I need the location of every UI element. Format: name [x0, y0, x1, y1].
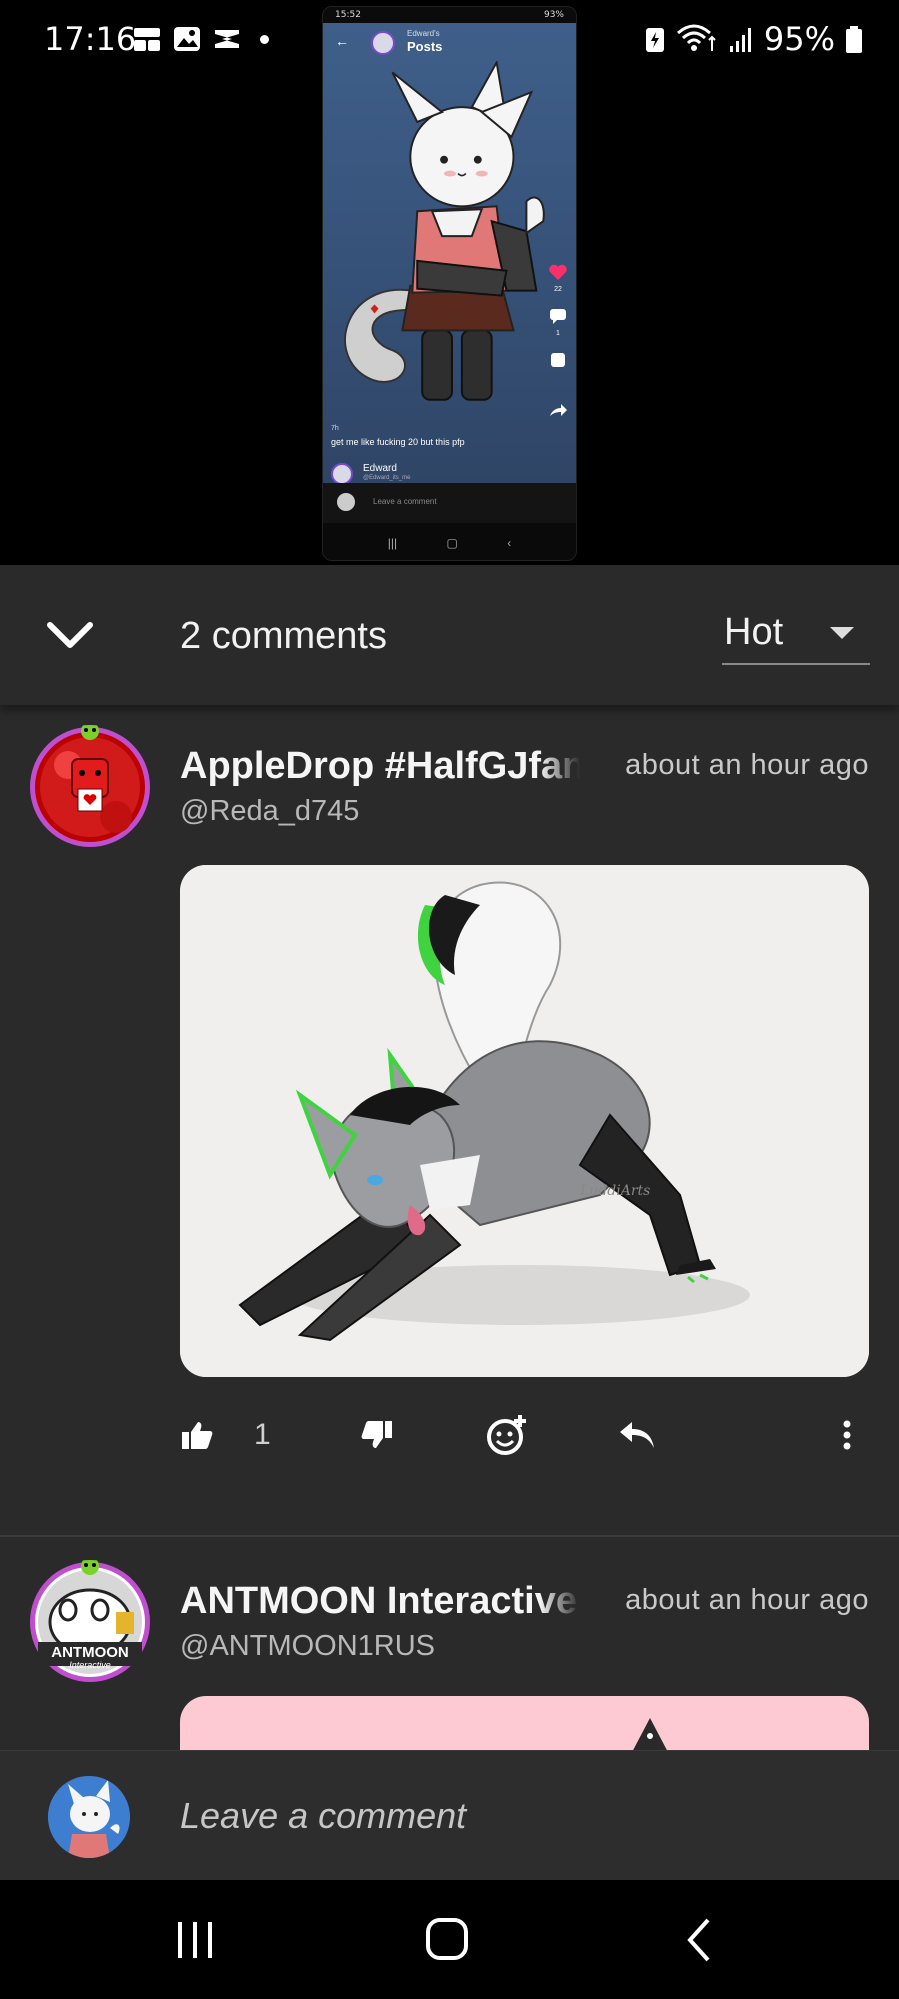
heart-icon [549, 264, 567, 280]
comment-actions: 1 [180, 1405, 870, 1465]
commenter-handle: @Reda_d745 [180, 795, 360, 827]
battery-percent: 95% [763, 20, 835, 58]
caret-down-icon [830, 627, 854, 639]
commenter-name[interactable]: AppleDrop #HalfGJfan [180, 745, 580, 788]
gallery-icon [174, 27, 200, 51]
comment-image-preview [633, 1718, 667, 1750]
capcut-icon [215, 30, 239, 48]
comments-sheet: 2 comments Hot AppleDrop #HalfGJfan abou… [0, 565, 899, 1750]
battery-saver-icon [645, 28, 664, 52]
commenter-avatar[interactable] [28, 725, 152, 849]
thumbs-down-icon [361, 1421, 392, 1448]
comment-divider [0, 1535, 899, 1537]
comment-time: about an hour ago [625, 749, 869, 781]
embedded-caption: get me like fucking 20 but this pfp [331, 437, 465, 447]
dislike-button[interactable] [360, 1405, 394, 1465]
collapse-sheet-button[interactable] [44, 615, 96, 655]
status-time: 17:16 [44, 20, 137, 58]
commenter-name[interactable]: ANTMOON Interactive [180, 1580, 580, 1623]
system-indicators: 95% [644, 20, 863, 58]
reply-button[interactable] [618, 1405, 656, 1465]
embedded-like-count: 22 [554, 286, 562, 293]
add-reaction-button[interactable] [485, 1405, 529, 1465]
image-watermark: LuddiArts [579, 1183, 650, 1199]
comment-image[interactable]: LuddiArts [180, 865, 869, 1377]
comment-item: AppleDrop #HalfGJfan about an hour ago @… [0, 705, 899, 1465]
embedded-author-handle: @Edward_its_me [363, 475, 411, 481]
home-button[interactable] [412, 1910, 482, 1970]
recent-apps-button[interactable] [160, 1910, 230, 1970]
widget-grid-icon [134, 28, 160, 51]
reply-arrow-icon [620, 1422, 654, 1448]
embedded-nav-bar: ||| ▢ ‹ [323, 523, 576, 560]
comment-input-bar [0, 1750, 899, 1880]
home-icon [426, 1918, 468, 1960]
signal-icon [729, 28, 751, 52]
like-button[interactable]: 1 [180, 1405, 271, 1465]
embedded-recents-icon: ||| [387, 535, 398, 550]
cat-character-artwork [344, 61, 545, 401]
battery-icon [846, 26, 862, 53]
like-count: 1 [254, 1418, 271, 1451]
embedded-caption-time: 7h [331, 425, 339, 432]
share-arrow-icon [550, 404, 567, 416]
more-notifications-dot [260, 34, 269, 44]
embedded-comment-bar: Leave a comment [323, 483, 576, 523]
chevron-down-icon [47, 622, 93, 648]
embedded-post-screenshot: 15:52 93% ← Edward's Posts 22 1 7h get m… [0, 0, 899, 565]
sort-dropdown-value: Hot [724, 611, 784, 653]
comment-image[interactable] [180, 1696, 869, 1750]
embedded-comment-avatar [337, 493, 355, 511]
comment-bubble-icon [550, 309, 566, 324]
embedded-home-icon: ▢ [446, 535, 458, 550]
sticker-icon [551, 353, 565, 367]
notification-icons [132, 24, 269, 54]
embedded-post-screen: ← Edward's Posts 22 1 7h get me like fuc… [323, 23, 576, 485]
wolf-artwork: LuddiArts [180, 865, 869, 1377]
thumbs-up-icon [182, 1422, 213, 1449]
status-bar: 17:16 95% [0, 0, 899, 80]
current-user-avatar[interactable] [48, 1776, 130, 1858]
more-options-button[interactable] [842, 1405, 852, 1465]
comments-count: 2 comments [180, 615, 387, 657]
sort-dropdown[interactable]: Hot [722, 605, 870, 665]
back-button[interactable] [666, 1910, 736, 1970]
embedded-author-avatar [331, 463, 353, 485]
embedded-phone-frame: 15:52 93% ← Edward's Posts 22 1 7h get m… [322, 6, 577, 561]
wifi-icon [676, 24, 716, 51]
comment-input[interactable] [180, 1781, 860, 1851]
embedded-comment-count: 1 [556, 330, 560, 337]
comments-sheet-header: 2 comments Hot [0, 565, 899, 705]
recents-icon [178, 1922, 212, 1958]
add-emoji-icon [487, 1415, 526, 1455]
embedded-author-name: Edward [363, 463, 397, 474]
system-nav-bar [0, 1880, 899, 1999]
embedded-comment-placeholder: Leave a comment [373, 497, 437, 506]
commenter-avatar[interactable]: ANTMOON Interactive [28, 1560, 152, 1684]
avatar-logo-text: ANTMOON [51, 1644, 129, 1661]
embedded-action-rail: 22 1 [548, 263, 568, 425]
more-vertical-icon [843, 1420, 851, 1450]
embedded-back-icon: ‹ [507, 535, 512, 550]
comment-item: ANTMOON Interactive ANTMOON Interactive … [0, 1540, 899, 1750]
comment-time: about an hour ago [625, 1584, 869, 1616]
avatar-logo-subtext: Interactive [69, 1660, 111, 1670]
back-icon [687, 1918, 710, 1962]
commenter-handle: @ANTMOON1RUS [180, 1630, 436, 1662]
